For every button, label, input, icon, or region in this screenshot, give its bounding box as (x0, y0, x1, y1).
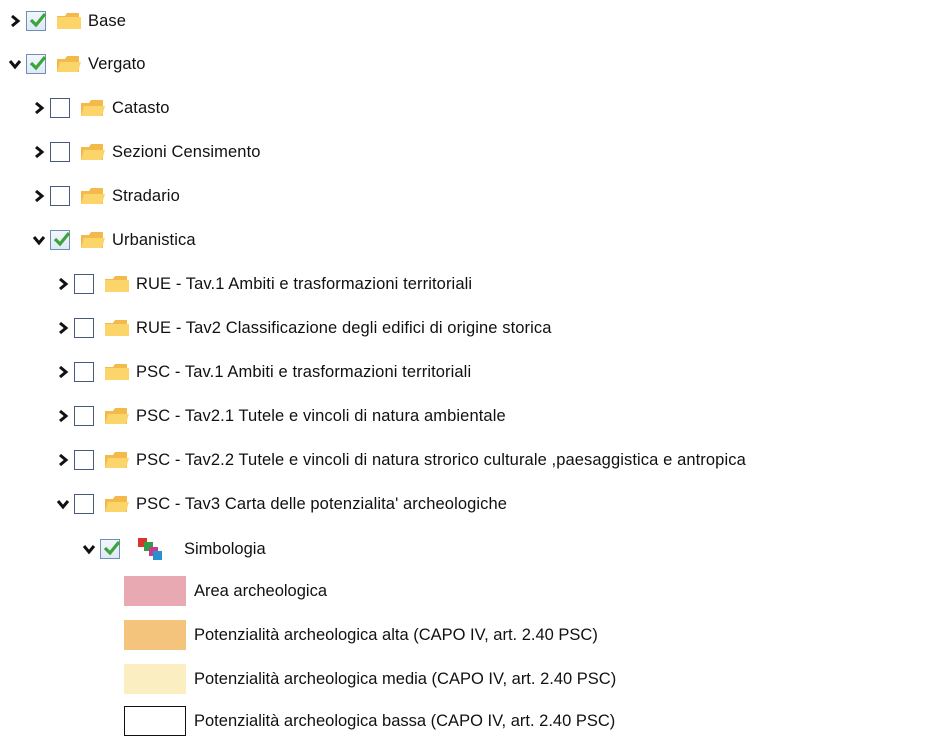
legend-swatch (124, 620, 186, 650)
checkbox-psc-tav1[interactable] (74, 362, 94, 382)
checkbox-psc-tav3[interactable] (74, 494, 94, 514)
tree-node-catasto[interactable]: Catasto (30, 95, 170, 121)
chevron-right-icon[interactable] (54, 361, 72, 383)
symbology-icon (136, 535, 164, 563)
legend-label: Potenzialità archeologica bassa (CAPO IV… (194, 711, 616, 730)
chevron-right-icon[interactable] (30, 185, 48, 207)
tree-node-stradario[interactable]: Stradario (30, 183, 180, 209)
chevron-down-icon[interactable] (54, 493, 72, 515)
tree-node-simbologia[interactable]: Simbologia (80, 536, 266, 562)
tree-node-rue-tav1[interactable]: RUE - Tav.1 Ambiti e trasformazioni terr… (54, 271, 472, 297)
legend-swatch (124, 664, 186, 694)
legend-swatch (124, 576, 186, 606)
folder-icon (80, 143, 106, 161)
tree-node-label[interactable]: PSC - Tav3 Carta delle potenzialita' arc… (136, 495, 507, 514)
chevron-down-icon[interactable] (30, 229, 48, 251)
chevron-right-icon[interactable] (6, 10, 24, 32)
tree-node-label[interactable]: Simbologia (184, 540, 266, 559)
legend-label: Potenzialità archeologica alta (CAPO IV,… (194, 625, 598, 644)
tree-node-psc-tav2-1[interactable]: PSC - Tav2.1 Tutele e vincoli di natura … (54, 403, 506, 429)
folder-icon (104, 319, 130, 337)
tree-node-label[interactable]: PSC - Tav2.1 Tutele e vincoli di natura … (136, 407, 506, 426)
tree-node-base[interactable]: Base (6, 8, 126, 34)
checkbox-psc-tav2-1[interactable] (74, 406, 94, 426)
tree-node-rue-tav2[interactable]: RUE - Tav2 Classificazione degli edifici… (54, 315, 552, 341)
chevron-down-icon[interactable] (80, 538, 98, 560)
tree-node-label[interactable]: RUE - Tav.1 Ambiti e trasformazioni terr… (136, 275, 472, 294)
checkbox-simbologia[interactable] (100, 539, 121, 559)
folder-icon (104, 363, 130, 381)
checkbox-vergato[interactable] (26, 54, 47, 74)
chevron-right-icon[interactable] (54, 273, 72, 295)
legend-item-potenzialita-alta: Potenzialità archeologica alta (CAPO IV,… (124, 618, 598, 652)
tree-node-label[interactable]: Urbanistica (112, 231, 196, 250)
checkbox-base[interactable] (26, 11, 47, 31)
checkbox-stradario[interactable] (50, 186, 70, 206)
layer-tree: Base Vergato Catasto Sezioni Censimento … (0, 0, 938, 738)
tree-node-psc-tav1[interactable]: PSC - Tav.1 Ambiti e trasformazioni terr… (54, 359, 471, 385)
legend-label: Potenzialità archeologica media (CAPO IV… (194, 669, 617, 688)
tree-node-label[interactable]: Base (88, 12, 126, 31)
tree-node-label[interactable]: PSC - Tav2.2 Tutele e vincoli di natura … (136, 451, 746, 470)
tree-node-label[interactable]: Catasto (112, 99, 170, 118)
folder-icon (80, 99, 106, 117)
tree-node-label[interactable]: RUE - Tav2 Classificazione degli edifici… (136, 319, 552, 338)
folder-open-icon (104, 451, 130, 469)
tree-node-label[interactable]: Stradario (112, 187, 180, 206)
legend-item-potenzialita-bassa: Potenzialità archeologica bassa (CAPO IV… (124, 704, 615, 738)
checkbox-urbanistica[interactable] (50, 230, 71, 250)
checkbox-catasto[interactable] (50, 98, 70, 118)
folder-icon (80, 187, 106, 205)
legend-swatch (124, 706, 186, 736)
chevron-right-icon[interactable] (54, 405, 72, 427)
tree-node-label[interactable]: Sezioni Censimento (112, 143, 261, 162)
tree-node-sezioni-censimento[interactable]: Sezioni Censimento (30, 139, 261, 165)
tree-node-label[interactable]: Vergato (88, 55, 146, 74)
folder-icon (56, 12, 82, 30)
chevron-down-icon[interactable] (6, 53, 24, 75)
legend-label: Area archeologica (194, 581, 327, 600)
checkbox-sezioni-censimento[interactable] (50, 142, 70, 162)
legend-item-potenzialita-media: Potenzialità archeologica media (CAPO IV… (124, 662, 616, 696)
tree-node-label[interactable]: PSC - Tav.1 Ambiti e trasformazioni terr… (136, 363, 471, 382)
folder-open-icon (104, 407, 130, 425)
tree-node-psc-tav2-2[interactable]: PSC - Tav2.2 Tutele e vincoli di natura … (54, 447, 746, 473)
chevron-right-icon[interactable] (54, 449, 72, 471)
chevron-right-icon[interactable] (30, 141, 48, 163)
checkbox-rue-tav1[interactable] (74, 274, 94, 294)
checkbox-psc-tav2-2[interactable] (74, 450, 94, 470)
chevron-right-icon[interactable] (54, 317, 72, 339)
chevron-right-icon[interactable] (30, 97, 48, 119)
folder-open-icon (104, 495, 130, 513)
folder-icon (104, 275, 130, 293)
legend-item-area-archeologica: Area archeologica (124, 574, 327, 608)
folder-open-icon (80, 231, 106, 249)
tree-node-urbanistica[interactable]: Urbanistica (30, 227, 196, 253)
tree-node-vergato[interactable]: Vergato (6, 51, 146, 77)
checkbox-rue-tav2[interactable] (74, 318, 94, 338)
tree-node-psc-tav3[interactable]: PSC - Tav3 Carta delle potenzialita' arc… (54, 491, 507, 517)
folder-open-icon (56, 55, 82, 73)
